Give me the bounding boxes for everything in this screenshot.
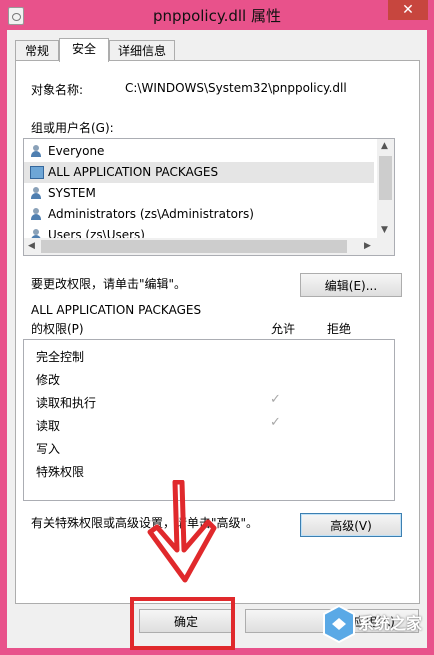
pointer-arrow-icon	[147, 480, 217, 583]
groups-listbox[interactable]: Everyone ALL APPLICATION PACKAGES SYSTEM…	[23, 138, 395, 256]
permissions-list: 完全控制 修改 读取和执行 ✓ 读取 ✓ 写入 特殊权限	[23, 339, 395, 501]
watermark: 系统之家	[320, 600, 430, 646]
properties-window: pnppolicy.dll 属性 ✕ 常规 安全 详细信息 对象名称: C:\W…	[0, 0, 434, 655]
permission-row: 读取和执行	[36, 396, 97, 410]
scroll-down-icon[interactable]: ▼	[381, 225, 388, 235]
permission-row: 写入	[36, 442, 61, 456]
object-name-label: 对象名称:	[31, 83, 84, 97]
list-item-selected[interactable]: ALL APPLICATION PACKAGES	[24, 162, 374, 183]
permissions-label: 的权限(P)	[31, 322, 84, 336]
scroll-corner	[377, 238, 394, 255]
permission-row: 完全控制	[36, 350, 85, 364]
edit-button[interactable]: 编辑(E)...	[300, 273, 402, 297]
advanced-button[interactable]: 高级(V)	[300, 513, 402, 537]
tab-general[interactable]: 常规	[15, 40, 59, 61]
list-item[interactable]: Everyone	[24, 141, 374, 162]
user-icon	[30, 145, 44, 158]
deny-header: 拒绝	[327, 322, 352, 336]
groups-label: 组或用户名(G):	[31, 121, 114, 135]
close-button[interactable]: ✕	[388, 0, 428, 20]
object-name-value: C:\WINDOWS\System32\pnppolicy.dll	[125, 81, 347, 95]
horizontal-scrollbar[interactable]: ◀ ▶	[24, 238, 377, 255]
title-bar[interactable]: pnppolicy.dll 属性 ✕	[0, 0, 434, 30]
allow-check-icon: ✓	[270, 392, 281, 407]
edit-hint: 要更改权限，请单击"编辑"。	[31, 277, 187, 291]
list-item[interactable]: Administrators (zs\Administrators)	[24, 204, 374, 225]
permission-row: 读取	[36, 419, 61, 433]
window-title: pnppolicy.dll 属性	[153, 7, 281, 25]
logo-icon	[323, 604, 355, 644]
permission-row: 特殊权限	[36, 465, 85, 479]
user-icon	[30, 187, 44, 200]
tab-details[interactable]: 详细信息	[109, 40, 175, 61]
watermark-text: 系统之家	[358, 614, 423, 633]
scroll-left-icon[interactable]: ◀	[28, 241, 35, 251]
allow-check-icon: ✓	[270, 415, 281, 430]
scroll-thumb[interactable]	[379, 156, 392, 200]
scroll-right-icon[interactable]: ▶	[364, 241, 371, 251]
scroll-thumb[interactable]	[41, 240, 347, 253]
permission-row: 修改	[36, 373, 61, 387]
tab-security[interactable]: 安全	[59, 38, 109, 62]
allow-header: 允许	[271, 322, 296, 336]
package-icon	[30, 166, 44, 179]
scroll-up-icon[interactable]: ▲	[381, 141, 388, 151]
list-item[interactable]: SYSTEM	[24, 183, 374, 204]
permissions-subject: ALL APPLICATION PACKAGES	[31, 303, 202, 317]
user-icon	[30, 208, 44, 221]
vertical-scrollbar[interactable]: ▲ ▼	[377, 139, 394, 238]
highlight-box	[130, 597, 235, 650]
